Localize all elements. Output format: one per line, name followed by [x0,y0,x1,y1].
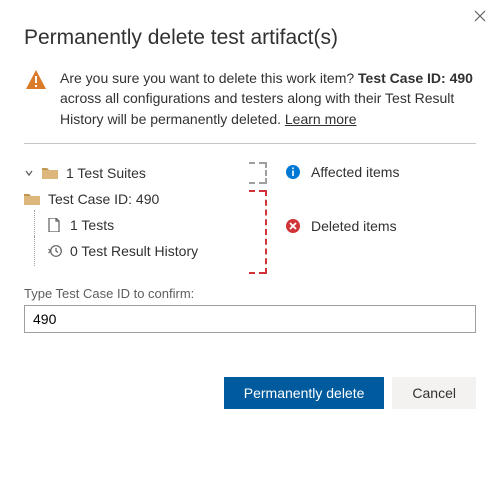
affected-bracket [265,162,267,184]
content-area: 1 Test Suites Test Case ID: 490 1 Tests … [24,160,476,264]
tree-history[interactable]: 0 Test Result History [24,238,229,264]
warning-row: Are you sure you want to delete this wor… [24,68,476,129]
error-icon [285,218,301,234]
tree-tests[interactable]: 1 Tests [24,212,229,238]
divider [24,143,476,144]
deleted-bracket [265,190,267,274]
warning-prefix: Are you sure you want to delete this wor… [60,70,358,86]
legend-column: Affected items Deleted items [279,160,476,264]
legend-affected: Affected items [285,164,476,180]
tree-testcase-label: Test Case ID: 490 [48,191,159,207]
confirm-prompt: Type Test Case ID to confirm: [24,286,476,301]
learn-more-link[interactable]: Learn more [285,111,357,127]
confirm-input[interactable] [24,305,476,333]
tree-suites-label: 1 Test Suites [66,165,146,181]
close-icon [474,10,486,22]
warning-suffix: across all configurations and testers al… [60,90,454,126]
history-icon [48,244,62,258]
legend-affected-label: Affected items [311,164,399,180]
delete-dialog: Permanently delete test artifact(s) Are … [0,0,500,433]
tree-history-label: 0 Test Result History [70,243,198,259]
brackets-column [237,160,271,264]
tree-column: 1 Test Suites Test Case ID: 490 1 Tests … [24,160,229,264]
tree-tests-label: 1 Tests [70,217,114,233]
document-icon [48,218,62,232]
footer: Permanently delete Cancel [24,377,476,409]
cancel-button[interactable]: Cancel [392,377,476,409]
tree-testcase[interactable]: Test Case ID: 490 [24,186,229,212]
close-button[interactable] [470,6,490,30]
chevron-down-icon [24,168,34,178]
info-icon [285,164,301,180]
dialog-title: Permanently delete test artifact(s) [24,26,476,50]
legend-deleted: Deleted items [285,218,476,234]
warning-text: Are you sure you want to delete this wor… [60,68,476,129]
warning-id: Test Case ID: 490 [358,70,473,86]
warning-icon [24,68,48,129]
permanently-delete-button[interactable]: Permanently delete [224,377,385,409]
tree-suites[interactable]: 1 Test Suites [24,160,229,186]
folder-icon [42,166,58,180]
legend-deleted-label: Deleted items [311,218,397,234]
folder-icon [24,192,40,206]
